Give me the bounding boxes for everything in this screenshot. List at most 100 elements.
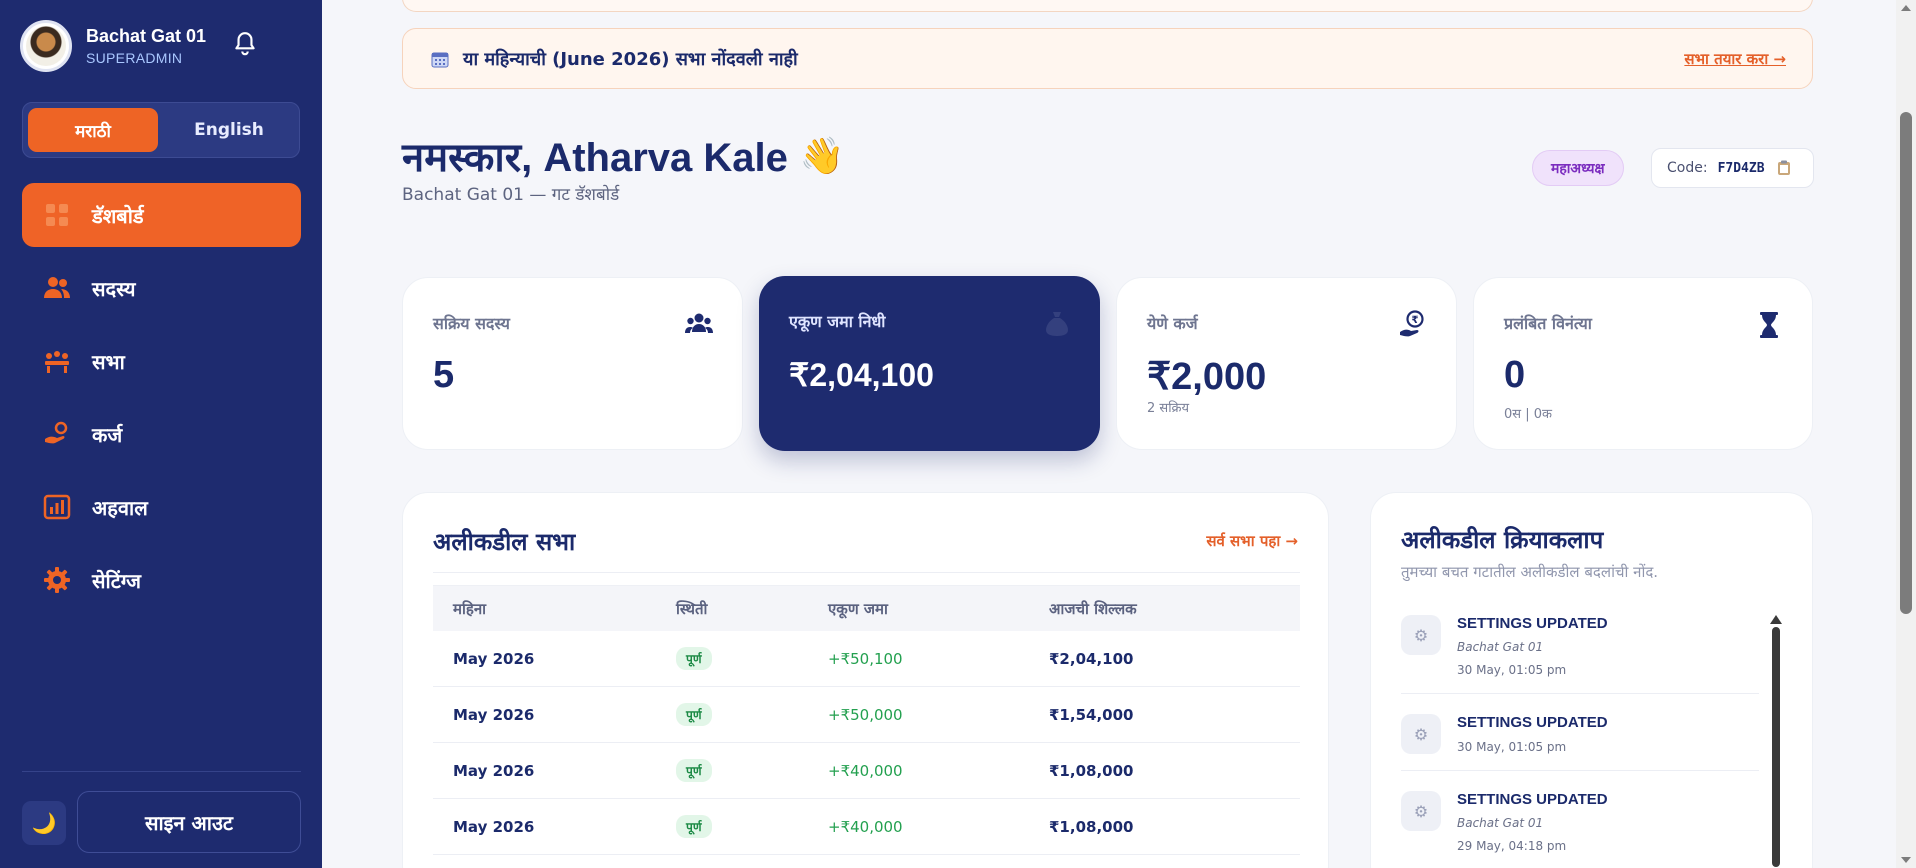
scrollbar-thumb[interactable] (1772, 627, 1780, 867)
nav-label: सेटिंग्ज (92, 568, 142, 593)
row-balance: ₹1,08,000 (1049, 817, 1134, 836)
stat-value: ₹2,04,100 (789, 357, 934, 393)
col-collected: एकूण जमा (828, 599, 888, 618)
row-collected: +₹40,000 (828, 761, 903, 780)
stat-sub: 2 सक्रिय (1147, 401, 1190, 416)
meetings-title: अलीकडील सभा (433, 528, 576, 556)
activity-item-group: Bachat Gat 01 (1457, 640, 1544, 654)
col-month: महिना (453, 599, 487, 618)
report-icon (42, 492, 72, 522)
nav-label: अहवाल (92, 495, 148, 520)
scroll-up-icon[interactable] (1901, 5, 1911, 11)
row-month: May 2026 (453, 761, 535, 780)
table-row[interactable]: May 2026 पूर्ण +₹40,000 ₹1,08,000 (433, 743, 1300, 799)
list-item[interactable]: ⚙ SETTINGS UPDATED Bachat Gat 01 29 May,… (1401, 781, 1759, 868)
brand: Bachat Gat 01 SUPERADMIN (20, 20, 206, 72)
row-collected: +₹40,000 (828, 817, 903, 836)
nav-item-loans[interactable]: कर्ज (22, 402, 301, 466)
stat-value: 0 (1504, 354, 1526, 396)
status-badge: पूर्ण (676, 703, 712, 726)
row-balance: ₹1,54,000 (1049, 705, 1134, 724)
svg-text:₹: ₹ (1412, 315, 1419, 326)
activity-item-time: 29 May, 04:18 pm (1457, 839, 1567, 853)
activity-item-title: SETTINGS UPDATED (1457, 791, 1608, 808)
signout-button[interactable]: साइन आउट (77, 791, 301, 853)
nav-label: कर्ज (92, 422, 123, 447)
activity-list: ⚙ SETTINGS UPDATED Bachat Gat 01 30 May,… (1401, 605, 1759, 868)
row-month: May 2026 (453, 649, 535, 668)
nav-item-members[interactable]: सदस्य (22, 256, 301, 320)
settings-icon (42, 565, 72, 595)
activity-scrollbar[interactable] (1770, 615, 1782, 867)
row-collected: +₹50,000 (828, 705, 903, 724)
money-bag-icon (1046, 312, 1068, 336)
gear-icon: ⚙ (1401, 791, 1441, 831)
rupee-hand-icon: ₹ (1400, 310, 1424, 337)
stat-label: सक्रिय सदस्य (433, 314, 510, 333)
nav-label: सभा (92, 349, 125, 374)
stat-label: येणे कर्ज (1147, 314, 1198, 333)
meeting-alert: या महिन्याची (June 2026) सभा नोंदवली नाह… (402, 28, 1813, 89)
calendar-icon (431, 52, 449, 67)
create-meeting-link[interactable]: सभा तयार करा → (1684, 49, 1786, 69)
activity-subtitle: तुमच्या बचत गटातील अलीकडील बदलांची नोंद. (1401, 563, 1659, 581)
scrollbar-thumb[interactable] (1900, 112, 1912, 614)
scroll-down-icon[interactable] (1901, 857, 1911, 863)
theme-toggle-button[interactable]: 🌙 (22, 801, 66, 845)
stat-card-active-members: सक्रिय सदस्य 5 (402, 277, 743, 450)
status-badge: पूर्ण (676, 759, 712, 782)
language-toggle: मराठी English (22, 102, 300, 158)
recent-meetings-panel: अलीकडील सभा सर्व सभा पहा → महिना स्थिती … (402, 492, 1329, 868)
stat-card-loans-receivable: येणे कर्ज ₹2,000 2 सक्रिय ₹ (1116, 277, 1457, 450)
wave-icon: 👋 (799, 135, 845, 177)
row-balance: ₹2,04,100 (1049, 649, 1134, 668)
scroll-up-icon[interactable] (1770, 615, 1782, 624)
code-value: F7D4ZB (1717, 160, 1765, 176)
stat-label: प्रलंबित विनंत्या (1504, 314, 1592, 333)
activity-item-title: SETTINGS UPDATED (1457, 714, 1608, 731)
view-all-meetings-link[interactable]: सर्व सभा पहा → (1206, 531, 1298, 551)
nav-item-meetings[interactable]: सभा (22, 329, 301, 393)
role-badge: महाअध्यक्ष (1532, 150, 1624, 186)
row-month: May 2026 (453, 817, 535, 836)
page-scrollbar[interactable] (1896, 0, 1916, 868)
stat-value: ₹2,000 (1147, 356, 1267, 398)
group-code[interactable]: Code: F7D4ZB (1651, 148, 1814, 188)
table-row[interactable]: May 2026 पूर्ण +₹50,100 ₹2,04,100 (433, 631, 1300, 687)
list-item[interactable]: ⚙ SETTINGS UPDATED Bachat Gat 01 30 May,… (1401, 605, 1759, 694)
gear-icon: ⚙ (1401, 714, 1441, 754)
dashboard-icon (42, 200, 72, 230)
meetings-table: महिना स्थिती एकूण जमा आजची शिल्लक May 20… (433, 585, 1300, 855)
nav-item-dashboard[interactable]: डॅशबोर्ड (22, 183, 301, 247)
clipboard-icon[interactable] (1777, 160, 1791, 176)
members-icon (42, 273, 72, 303)
bell-icon[interactable] (232, 30, 258, 58)
group-logo (20, 20, 72, 72)
gear-icon: ⚙ (1401, 615, 1441, 655)
lang-english-button[interactable]: English (164, 108, 294, 152)
code-label: Code: (1667, 160, 1708, 176)
status-badge: पूर्ण (676, 815, 712, 838)
nav-item-settings[interactable]: सेटिंग्ज (22, 548, 301, 612)
table-row[interactable]: May 2026 पूर्ण +₹50,000 ₹1,54,000 (433, 687, 1300, 743)
activity-item-time: 30 May, 01:05 pm (1457, 663, 1567, 677)
row-collected: +₹50,100 (828, 649, 903, 668)
stat-sub: 0स | 0क (1504, 407, 1552, 422)
lang-marathi-button[interactable]: मराठी (28, 108, 158, 152)
stat-label: एकूण जमा निधी (789, 312, 886, 331)
stat-card-total-fund: एकूण जमा निधी ₹2,04,100 (759, 276, 1100, 451)
page-title: नमस्कार, Atharva Kale (402, 136, 788, 180)
page-subtitle: Bachat Gat 01 — गट डॅशबोर्ड (402, 185, 620, 205)
members-icon (685, 313, 713, 333)
nav-item-reports[interactable]: अहवाल (22, 475, 301, 539)
moon-icon: 🌙 (31, 811, 57, 835)
row-month: May 2026 (453, 705, 535, 724)
col-balance: आजची शिल्लक (1049, 599, 1137, 618)
sidebar-nav: डॅशबोर्ड सदस्य सभा कर्ज अहवाल सेटिंग्ज (22, 183, 301, 621)
table-row[interactable]: May 2026 पूर्ण +₹40,000 ₹1,08,000 (433, 799, 1300, 855)
stat-card-pending-requests: प्रलंबित विनंत्या 0 0स | 0क (1473, 277, 1813, 450)
list-item[interactable]: ⚙ SETTINGS UPDATED 30 May, 01:05 pm (1401, 704, 1759, 771)
alert-text: या महिन्याची (June 2026) सभा नोंदवली नाह… (463, 48, 798, 70)
brand-name: Bachat Gat 01 (86, 26, 207, 46)
nav-label: सदस्य (92, 276, 136, 301)
